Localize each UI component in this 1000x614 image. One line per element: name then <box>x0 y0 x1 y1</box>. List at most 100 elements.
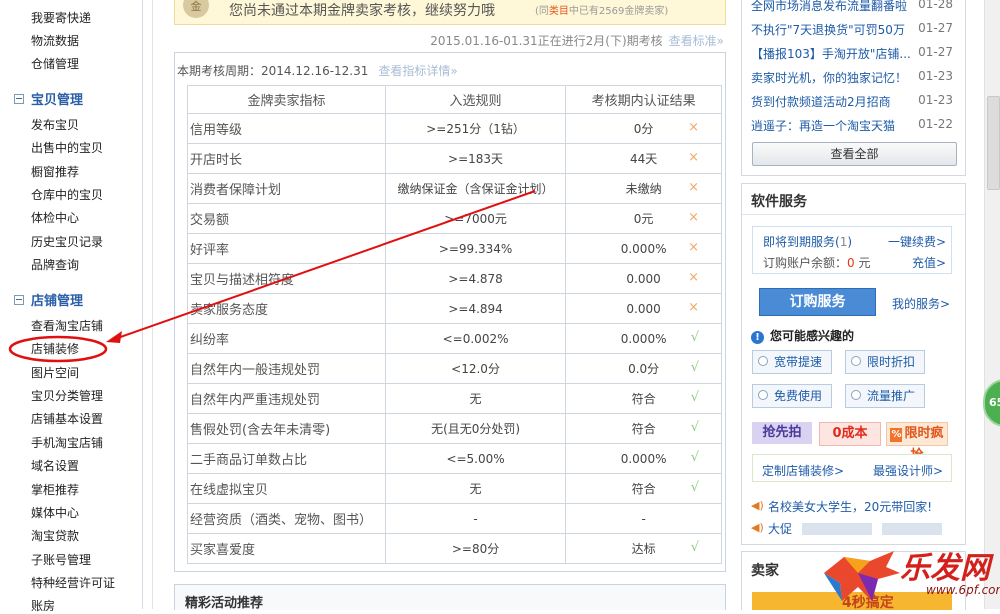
speaker-icon: ◀) <box>751 499 764 512</box>
sidebar-item-view-shop[interactable]: 查看淘宝店铺 <box>31 317 103 334</box>
announcement-link[interactable]: 名校美女大学生，20元带回家! <box>768 498 932 515</box>
section-title: 宝贝管理 <box>31 93 84 108</box>
tag-discount[interactable]: 限时折扣 <box>845 350 925 374</box>
view-details-link[interactable]: 查看指标详情» <box>378 64 457 78</box>
panel-title: 卖家 <box>751 563 779 579</box>
scrollbar-thumb[interactable] <box>987 96 1000 190</box>
sidebar-section-item-management[interactable]: 宝贝管理 <box>14 89 83 108</box>
news-item[interactable]: 【播报103】手淘开放"店铺... <box>751 45 911 62</box>
divider <box>152 0 153 609</box>
sidebar-item-category[interactable]: 宝贝分类管理 <box>31 387 103 404</box>
table-row: 纠纷率 <=0.002% 0.000% √ <box>187 323 722 354</box>
kpi-rule: 无 <box>384 383 567 414</box>
medal-icon: 金 <box>183 0 209 18</box>
right-column: 全网市场消息发布流量翻番啦 01-28 不执行"7天退换货"可罚50万 01-27 【播… <box>741 0 966 611</box>
sidebar-item-shop-decoration[interactable]: 店铺装修 <box>31 340 79 357</box>
scrollbar[interactable] <box>984 0 1000 609</box>
best-designer-link[interactable]: 最强设计师> <box>873 462 943 479</box>
sidebar-item-license[interactable]: 特种经营许可证 <box>31 574 115 591</box>
news-item[interactable]: 逍遥子：再造一个淘宝天猫 <box>751 117 895 134</box>
kpi-rule: 无(且无0分处罚) <box>384 413 567 444</box>
sidebar-item-mobile-shop[interactable]: 手机淘宝店铺 <box>31 434 103 451</box>
sidebar-item-send-express[interactable]: 我要寄快递 <box>31 9 91 26</box>
kpi-rule: >=183天 <box>384 143 567 174</box>
sidebar-item-on-sale[interactable]: 出售中的宝贝 <box>31 139 103 156</box>
assessment-panel: 本期考核周期：2014.12.16-12.31 查看指标详情» 金牌卖家指标 入选… <box>174 52 726 572</box>
view-standard-link[interactable]: 查看标准» <box>669 34 724 48</box>
blurred-region <box>882 523 942 535</box>
news-item[interactable]: 货到付款频道活动2月招商 <box>751 93 891 110</box>
notice-category-link[interactable]: 类目 <box>549 6 569 17</box>
sidebar-item-loan[interactable]: 淘宝贷款 <box>31 527 79 544</box>
custom-decoration-link[interactable]: 定制店铺装修> <box>762 462 844 479</box>
fail-icon: × <box>688 120 699 135</box>
tag-traffic[interactable]: 流量推广 <box>845 384 925 408</box>
balance-label: 订购账户余额： <box>763 256 848 270</box>
kpi-result-cell: 0分 × <box>565 113 722 144</box>
tag-bandwidth[interactable]: 宽带提速 <box>752 350 832 374</box>
sidebar-item-publish[interactable]: 发布宝贝 <box>31 116 79 133</box>
interest-heading: ! 您可能感兴趣的 <box>751 327 854 344</box>
news-item[interactable]: 全网市场消息发布流量翻番啦 <box>751 0 907 14</box>
sidebar-item-warehouse[interactable]: 仓储管理 <box>31 55 79 72</box>
kpi-name: 售假处罚(含去年未清零) <box>187 413 386 444</box>
sidebar-item-brand-query[interactable]: 品牌查询 <box>31 256 79 273</box>
sidebar-item-logistics-data[interactable]: 物流数据 <box>31 32 79 49</box>
kpi-name: 信用等级 <box>187 113 386 144</box>
sidebar-item-health-check[interactable]: 体检中心 <box>31 209 79 226</box>
sidebar-item-window[interactable]: 橱窗推荐 <box>31 163 79 180</box>
balance-line: 订购账户余额：0 元 <box>763 254 870 271</box>
kpi-name: 宝贝与描述相符度 <box>187 263 386 294</box>
sidebar-item-media[interactable]: 媒体中心 <box>31 504 79 521</box>
promo-flash-sale-button[interactable]: %限时疯抢 <box>886 422 948 463</box>
news-date: 01-23 <box>918 93 953 107</box>
sidebar-item-image-space[interactable]: 图片空间 <box>31 364 79 381</box>
radio-icon <box>851 390 861 400</box>
order-service-button[interactable]: 订购服务 <box>759 288 876 316</box>
news-item[interactable]: 卖家时光机，你的独家记忆！ <box>751 69 907 86</box>
collapse-icon[interactable] <box>14 94 24 104</box>
kpi-name: 自然年内严重违规处罚 <box>187 383 386 414</box>
promo-rush-button[interactable]: 抢先拍 <box>752 422 812 444</box>
column-header: 入选规则 <box>384 85 567 114</box>
kpi-rule: >=80分 <box>384 533 567 564</box>
my-services-link[interactable]: 我的服务> <box>892 295 950 312</box>
sidebar-item-basic-settings[interactable]: 店铺基本设置 <box>31 410 103 427</box>
sidebar-item-sub-account[interactable]: 子账号管理 <box>31 551 91 568</box>
sidebar-item-in-warehouse[interactable]: 仓库中的宝贝 <box>31 186 103 203</box>
expiring-services[interactable]: 即将到期服务(1) <box>763 233 852 250</box>
view-all-button[interactable]: 查看全部 <box>752 142 957 166</box>
radio-icon <box>758 356 768 366</box>
section-title: 店铺管理 <box>31 294 84 309</box>
kpi-name: 消费者保障计划 <box>187 173 386 204</box>
kpi-result-cell: 0.000 × <box>565 293 722 324</box>
kpi-name: 经营资质（酒类、宠物、图书） <box>187 503 386 534</box>
sidebar-item-recommend[interactable]: 掌柜推荐 <box>31 481 79 498</box>
news-item[interactable]: 不执行"7天退换货"可罚50万 <box>751 21 905 38</box>
tag-free[interactable]: 免费使用 <box>752 384 832 408</box>
table-row: 开店时长 >=183天 44天 × <box>187 143 722 174</box>
sidebar-section-shop-management[interactable]: 店铺管理 <box>14 290 83 309</box>
check-icon: √ <box>690 420 699 435</box>
check-icon: √ <box>690 360 699 375</box>
kpi-rule: <=0.002% <box>384 323 567 354</box>
collapse-icon[interactable] <box>14 295 24 305</box>
promo-zero-cost-button[interactable]: 0成本 <box>819 422 881 446</box>
bull-logo-icon <box>824 551 900 601</box>
sidebar-item-domain[interactable]: 域名设置 <box>31 457 79 474</box>
kpi-result-cell: 符合 √ <box>565 473 722 504</box>
table-row: 信用等级 >=251分（1钻） 0分 × <box>187 113 722 144</box>
recharge-link[interactable]: 充值> <box>912 254 946 271</box>
renew-link[interactable]: 一键续费> <box>888 233 946 250</box>
table-row: 经营资质（酒类、宠物、图书） - - <box>187 503 722 534</box>
check-icon: √ <box>690 540 699 555</box>
sidebar-item-account-room[interactable]: 账房 <box>31 597 55 614</box>
check-icon: √ <box>690 390 699 405</box>
sidebar-item-history[interactable]: 历史宝贝记录 <box>31 233 103 250</box>
panel-title: 软件服务 <box>751 194 807 210</box>
announcement-link[interactable]: 大促 <box>768 520 792 537</box>
kpi-rule: >=251分（1钻） <box>384 113 567 144</box>
notice-sub-prefix: (同 <box>535 6 549 17</box>
kpi-result-cell: 达标 √ <box>565 533 722 564</box>
kpi-result: 达标 <box>631 542 656 556</box>
